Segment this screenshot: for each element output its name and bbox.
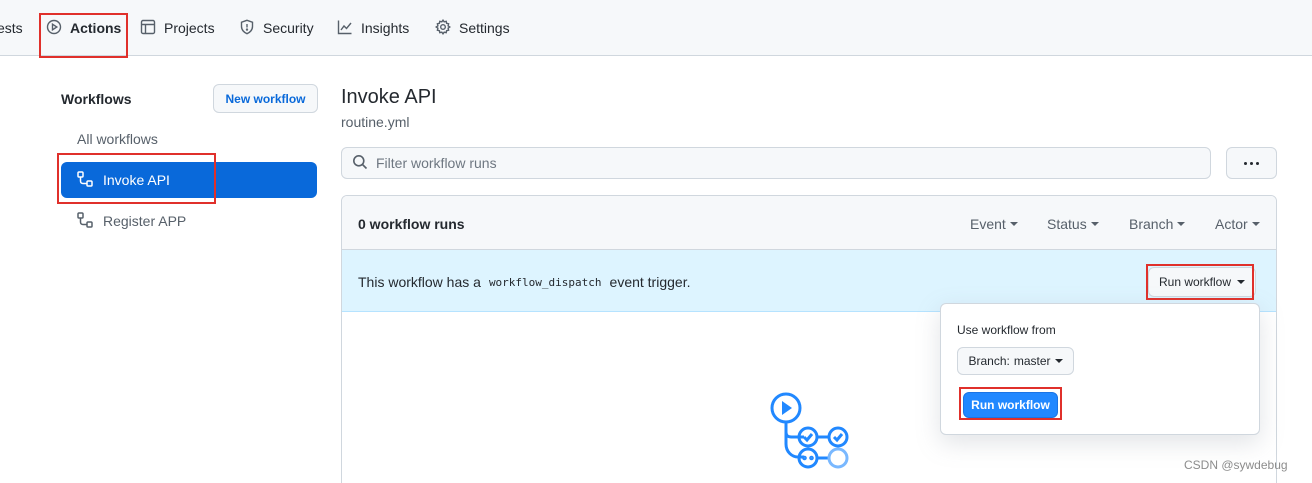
caret-down-icon <box>1177 222 1186 226</box>
runs-count: 0 workflow runs <box>358 216 465 232</box>
runs-header: 0 workflow runs Event Status Branch Acto… <box>342 196 1276 250</box>
more-options-button[interactable] <box>1226 147 1277 179</box>
run-workflow-popover: Use workflow from Branch: master Run wor… <box>940 303 1260 435</box>
run-workflow-submit-button[interactable]: Run workflow <box>963 392 1058 418</box>
caret-down-icon <box>1090 222 1099 226</box>
dropdown-label: Branch <box>1129 216 1174 232</box>
tab-pull-requests-label: ests <box>0 20 23 36</box>
dispatch-prefix: This workflow has a <box>358 274 481 290</box>
tab-projects-label: Projects <box>164 20 215 36</box>
tab-projects[interactable]: Projects <box>140 0 215 56</box>
workflow-file-name[interactable]: routine.yml <box>341 114 409 130</box>
tab-actions[interactable]: Actions <box>46 0 121 56</box>
tab-insights-label: Insights <box>361 20 410 36</box>
dispatch-code: workflow_dispatch <box>488 275 602 289</box>
graph-icon <box>337 19 353 38</box>
tab-security[interactable]: Security <box>239 0 314 56</box>
page-title: Invoke API <box>341 86 437 108</box>
branch-filter-dropdown[interactable]: Branch <box>1129 216 1186 232</box>
table-icon <box>140 19 156 38</box>
new-workflow-button[interactable]: New workflow <box>213 84 318 113</box>
repo-nav: ests Actions Projects Security Insights … <box>0 0 1312 56</box>
branch-select-button[interactable]: Branch: master <box>957 347 1074 375</box>
actor-filter-dropdown[interactable]: Actor <box>1215 216 1260 232</box>
tab-security-label: Security <box>263 20 314 36</box>
run-workflow-dropdown-button[interactable]: Run workflow <box>1148 267 1256 297</box>
sidebar-item-register-app[interactable]: Register APP <box>61 203 317 239</box>
workflow-icon <box>77 211 93 231</box>
tab-pull-requests[interactable]: ests <box>0 0 23 56</box>
caret-down-icon <box>1237 280 1246 284</box>
tab-insights[interactable]: Insights <box>337 0 409 56</box>
sidebar-item-label: Invoke API <box>103 172 170 188</box>
sidebar-title: Workflows <box>61 91 132 107</box>
branch-prefix: Branch: <box>968 354 1010 368</box>
caret-down-icon <box>1251 222 1260 226</box>
sidebar-item-label: Register APP <box>103 213 187 229</box>
gear-icon <box>434 18 452 38</box>
dropdown-label: Actor <box>1215 216 1248 232</box>
search-icon <box>352 154 368 173</box>
tab-actions-label: Actions <box>70 20 122 36</box>
event-filter-dropdown[interactable]: Event <box>970 216 1018 232</box>
tab-settings-label: Settings <box>459 20 510 36</box>
filter-input[interactable] <box>376 155 1176 171</box>
shield-icon <box>239 19 255 38</box>
sidebar-item-all-workflows[interactable]: All workflows <box>77 131 158 147</box>
kebab-dot <box>1256 161 1259 165</box>
tab-settings[interactable]: Settings <box>434 0 510 56</box>
watermark: CSDN @sywdebug <box>1184 458 1288 472</box>
dispatch-message: This workflow has a workflow_dispatch ev… <box>358 274 690 290</box>
dispatch-suffix: event trigger. <box>609 274 691 290</box>
dropdown-label: Status <box>1047 216 1087 232</box>
caret-down-icon <box>1009 222 1018 226</box>
run-workflow-label: Run workflow <box>1158 275 1232 289</box>
kebab-dot <box>1250 161 1253 165</box>
branch-value: master <box>1013 354 1051 368</box>
play-icon <box>46 19 62 38</box>
actions-illustration-icon <box>770 392 849 469</box>
caret-down-icon <box>1054 359 1063 363</box>
sidebar-item-invoke-api[interactable]: Invoke API <box>61 162 317 198</box>
dropdown-label: Event <box>970 216 1006 232</box>
filter-workflow-runs[interactable] <box>341 147 1211 179</box>
status-filter-dropdown[interactable]: Status <box>1047 216 1099 232</box>
workflow-icon <box>77 170 93 190</box>
use-workflow-from-label: Use workflow from <box>957 323 1056 337</box>
kebab-dot <box>1244 161 1247 165</box>
